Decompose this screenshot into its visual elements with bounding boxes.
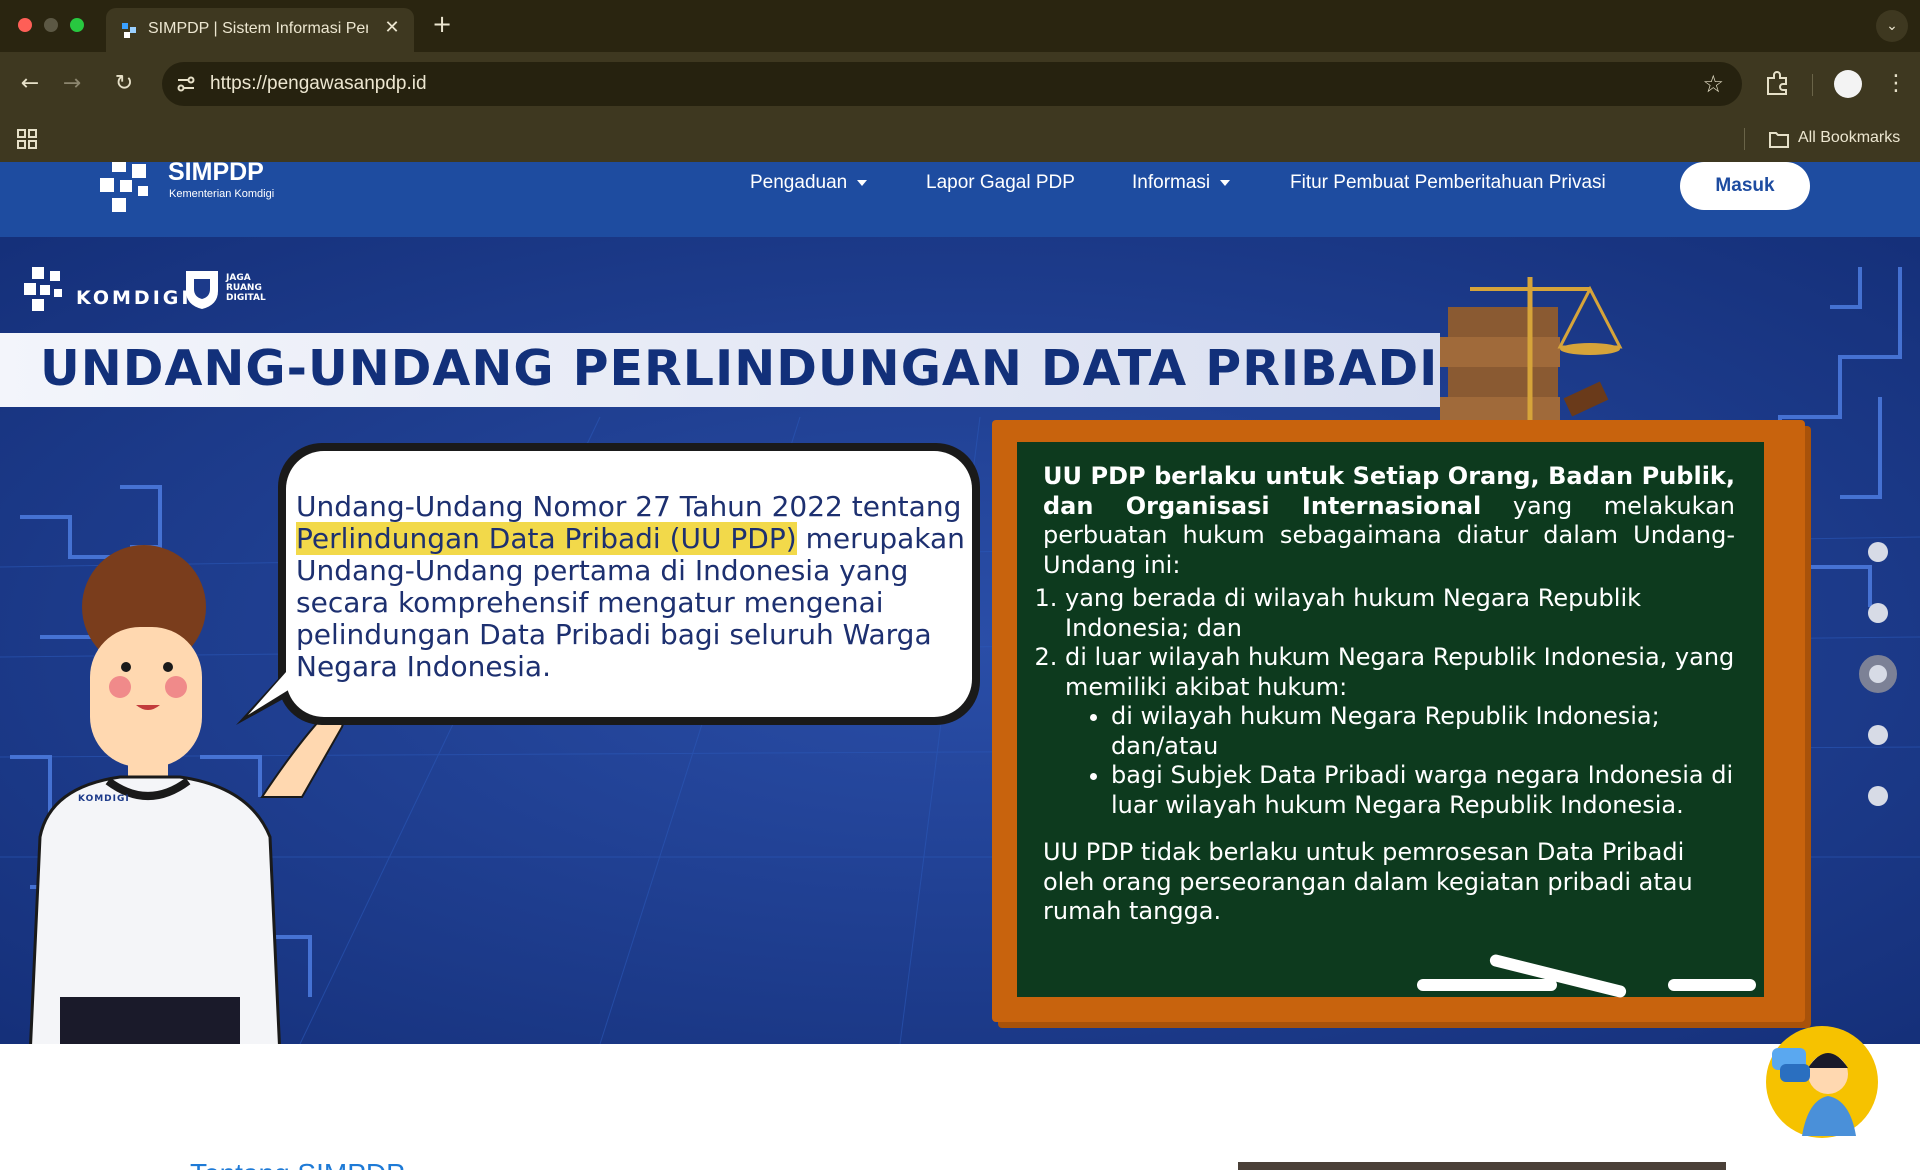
nav-pengaduan-label: Pengaduan xyxy=(750,172,848,193)
maximize-window-button[interactable] xyxy=(70,18,84,32)
tab-title: SIMPDP | Sistem Informasi Pengawasan PDP xyxy=(148,20,368,37)
nav-informasi-label: Informasi xyxy=(1132,172,1211,193)
chevron-down-icon xyxy=(1220,179,1231,186)
tab-search-chevron-icon[interactable]: ⌄ xyxy=(1876,10,1908,42)
section-heading-about: Tentang SIMPDP xyxy=(190,1158,405,1170)
board-sublist-item: bagi Subjek Data Pribadi warga negara In… xyxy=(1111,761,1735,820)
jaga-ruang-digital-text: JAGA RUANG DIGITAL xyxy=(226,273,266,303)
carousel-dot-5[interactable] xyxy=(1868,786,1888,806)
new-tab-icon[interactable]: + xyxy=(430,12,454,36)
bookmarks-bar: All Bookmarks xyxy=(0,116,1920,162)
komdigi-wordmark: KOMDIGI xyxy=(76,287,192,309)
chat-support-button[interactable] xyxy=(1766,1026,1878,1138)
toolbar-divider xyxy=(1812,74,1813,96)
speech-highlight: Perlindungan Data Pribadi (UU PDP) xyxy=(296,522,797,555)
carousel-dot-3[interactable] xyxy=(1859,655,1897,693)
komdigi-logo-icon xyxy=(24,267,62,311)
simpdp-logo-icon[interactable] xyxy=(98,162,160,216)
bookmarks-divider xyxy=(1744,128,1745,150)
board-list-item: di luar wilayah hukum Negara Republik In… xyxy=(1065,643,1735,820)
extensions-icon[interactable] xyxy=(1762,68,1792,98)
support-agent-icon xyxy=(1772,1048,1856,1136)
profile-icon[interactable] xyxy=(1834,70,1862,98)
forward-icon[interactable]: → xyxy=(58,70,86,98)
minimize-window-button[interactable] xyxy=(44,18,58,32)
board-list: yang berada di wilayah hukum Negara Repu… xyxy=(1043,584,1735,820)
board-list-item-text: di luar wilayah hukum Negara Republik In… xyxy=(1065,643,1735,701)
site-info-icon[interactable] xyxy=(174,72,198,96)
simpdp-favicon-icon xyxy=(122,23,136,38)
nav-pengaduan[interactable]: Pengaduan xyxy=(750,172,868,194)
chalkboard-text: UU PDP berlaku untuk Setiap Orang, Badan… xyxy=(1043,462,1735,927)
chalk-stick xyxy=(1668,979,1756,991)
nav-informasi[interactable]: Informasi xyxy=(1132,172,1231,194)
site-navbar: SIMPDP Kementerian Komdigi Pengaduan Lap… xyxy=(0,162,1920,237)
nav-lapor-gagal-pdp[interactable]: Lapor Gagal PDP xyxy=(926,172,1075,194)
hero-banner[interactable]: KOMDIGI JAGA RUANG DIGITAL UNDANG-UNDANG… xyxy=(0,237,1920,1044)
chalk-stick xyxy=(1417,979,1557,991)
reload-icon[interactable]: ↻ xyxy=(110,70,138,98)
board-sublist-item: di wilayah hukum Negara Republik Indones… xyxy=(1111,702,1735,761)
close-tab-icon[interactable]: ✕ xyxy=(382,18,402,38)
address-bar[interactable]: https://pengawasanpdp.id ☆ xyxy=(162,62,1742,106)
board-tail: UU PDP tidak berlaku untuk pemrosesan Da… xyxy=(1043,838,1693,925)
nav-privacy-notice-builder[interactable]: Fitur Pembuat Pemberitahuan Privasi xyxy=(1290,172,1606,194)
carousel-dot-2[interactable] xyxy=(1868,603,1888,623)
folder-icon[interactable] xyxy=(1768,129,1790,149)
logo-subtitle: Kementerian Komdigi xyxy=(169,188,275,200)
menu-icon[interactable]: ⋮ xyxy=(1882,70,1910,98)
board-list-item: yang berada di wilayah hukum Negara Repu… xyxy=(1065,584,1735,643)
about-photo xyxy=(1238,1162,1726,1170)
login-button[interactable]: Masuk xyxy=(1680,162,1810,210)
browser-tab-strip: SIMPDP | Sistem Informasi Pengawasan PDP… xyxy=(0,0,1920,52)
carousel-dot-4[interactable] xyxy=(1868,725,1888,745)
back-icon[interactable]: ← xyxy=(16,70,44,98)
logo-title[interactable]: SIMPDP xyxy=(168,162,264,187)
board-lead: UU PDP berlaku untuk Setiap Orang, Badan… xyxy=(1043,462,1735,580)
speech-text-part: Undang-Undang Nomor 27 Tahun 2022 tentan… xyxy=(296,490,962,523)
star-icon[interactable]: ☆ xyxy=(1702,70,1724,98)
jaga-ruang-digital-logo-icon xyxy=(186,271,218,309)
browser-tab-active[interactable]: SIMPDP | Sistem Informasi Pengawasan PDP… xyxy=(106,8,414,52)
mascot-shirt-badge: KOMDIGI xyxy=(78,794,130,804)
all-bookmarks-link[interactable]: All Bookmarks xyxy=(1798,129,1900,147)
web-page: SIMPDP Kementerian Komdigi Pengaduan Lap… xyxy=(0,162,1920,1170)
close-window-button[interactable] xyxy=(18,18,32,32)
speech-bubble-text: Undang-Undang Nomor 27 Tahun 2022 tentan… xyxy=(296,491,976,683)
board-sublist: di wilayah hukum Negara Republik Indones… xyxy=(1065,702,1735,820)
chevron-down-icon xyxy=(857,179,868,186)
apps-icon[interactable] xyxy=(16,128,38,150)
browser-toolbar: ← → ↻ https://pengawasanpdp.id ☆ ⋮ xyxy=(0,52,1920,116)
url-text[interactable]: https://pengawasanpdp.id xyxy=(210,73,427,95)
carousel-dot-1[interactable] xyxy=(1868,542,1888,562)
hero-title: UNDANG-UNDANG PERLINDUNGAN DATA PRIBADI xyxy=(40,340,1439,397)
